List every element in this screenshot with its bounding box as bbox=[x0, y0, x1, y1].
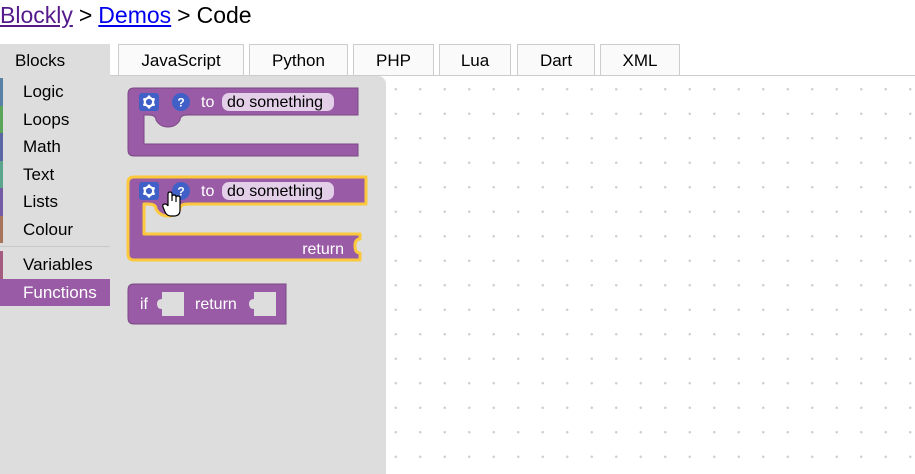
svg-text:?: ? bbox=[177, 96, 184, 110]
procedure-name-field[interactable]: do something bbox=[222, 182, 334, 200]
toolbox-category-loops[interactable]: Loops bbox=[0, 105, 110, 133]
breadcrumb-separator: > bbox=[78, 2, 93, 28]
toolbox: Blocks Logic Loops Math Text Lists Colou… bbox=[0, 44, 110, 474]
breadcrumb-demos-link[interactable]: Demos bbox=[98, 2, 171, 28]
svg-text:do something: do something bbox=[227, 94, 323, 111]
gear-icon[interactable] bbox=[139, 182, 159, 200]
flyout-blocks: ? to do something ? to do something retu… bbox=[126, 87, 368, 325]
breadcrumb-current: Code bbox=[196, 2, 252, 28]
tab-python[interactable]: Python bbox=[249, 44, 348, 75]
breadcrumb-blockly-link[interactable]: Blockly bbox=[0, 2, 73, 28]
if-return-block[interactable]: if return bbox=[127, 283, 287, 325]
block-label-if: if bbox=[140, 296, 149, 313]
toolbox-category-lists[interactable]: Lists bbox=[0, 188, 110, 216]
tab-php[interactable]: PHP bbox=[353, 44, 434, 75]
code-tabs: JavaScript Python PHP Lua Dart XML bbox=[110, 44, 915, 76]
flyout: ? to do something ? to do something retu… bbox=[110, 76, 386, 474]
toolbox-category-functions[interactable]: Functions bbox=[0, 278, 110, 306]
block-label-to: to bbox=[201, 183, 214, 200]
toolbox-category-logic[interactable]: Logic bbox=[0, 78, 110, 106]
toolbox-title: Blocks bbox=[15, 51, 66, 70]
procedure-return-block[interactable]: ? to do something return bbox=[126, 175, 368, 262]
breadcrumb: Blockly > Demos > Code bbox=[0, 0, 252, 30]
procedure-noreturn-block[interactable]: ? to do something bbox=[127, 87, 359, 157]
toolbox-separator bbox=[0, 246, 110, 247]
tab-dart[interactable]: Dart bbox=[517, 44, 595, 75]
block-label-return: return bbox=[195, 296, 237, 313]
tab-xml[interactable]: XML bbox=[600, 44, 680, 75]
toolbox-category-colour[interactable]: Colour bbox=[0, 215, 110, 243]
help-icon[interactable]: ? bbox=[172, 93, 190, 111]
toolbox-category-variables[interactable]: Variables bbox=[0, 251, 110, 279]
gear-icon[interactable] bbox=[139, 93, 159, 111]
procedure-name-field[interactable]: do something bbox=[222, 93, 334, 111]
toolbox-category-text[interactable]: Text bbox=[0, 160, 110, 188]
svg-text:do something: do something bbox=[227, 183, 323, 200]
toolbox-category-math[interactable]: Math bbox=[0, 133, 110, 161]
tab-lua[interactable]: Lua bbox=[439, 44, 511, 75]
breadcrumb-separator: > bbox=[177, 2, 191, 28]
block-label-return: return bbox=[302, 241, 344, 258]
tab-javascript[interactable]: JavaScript bbox=[118, 44, 244, 75]
block-label-to: to bbox=[201, 94, 214, 111]
